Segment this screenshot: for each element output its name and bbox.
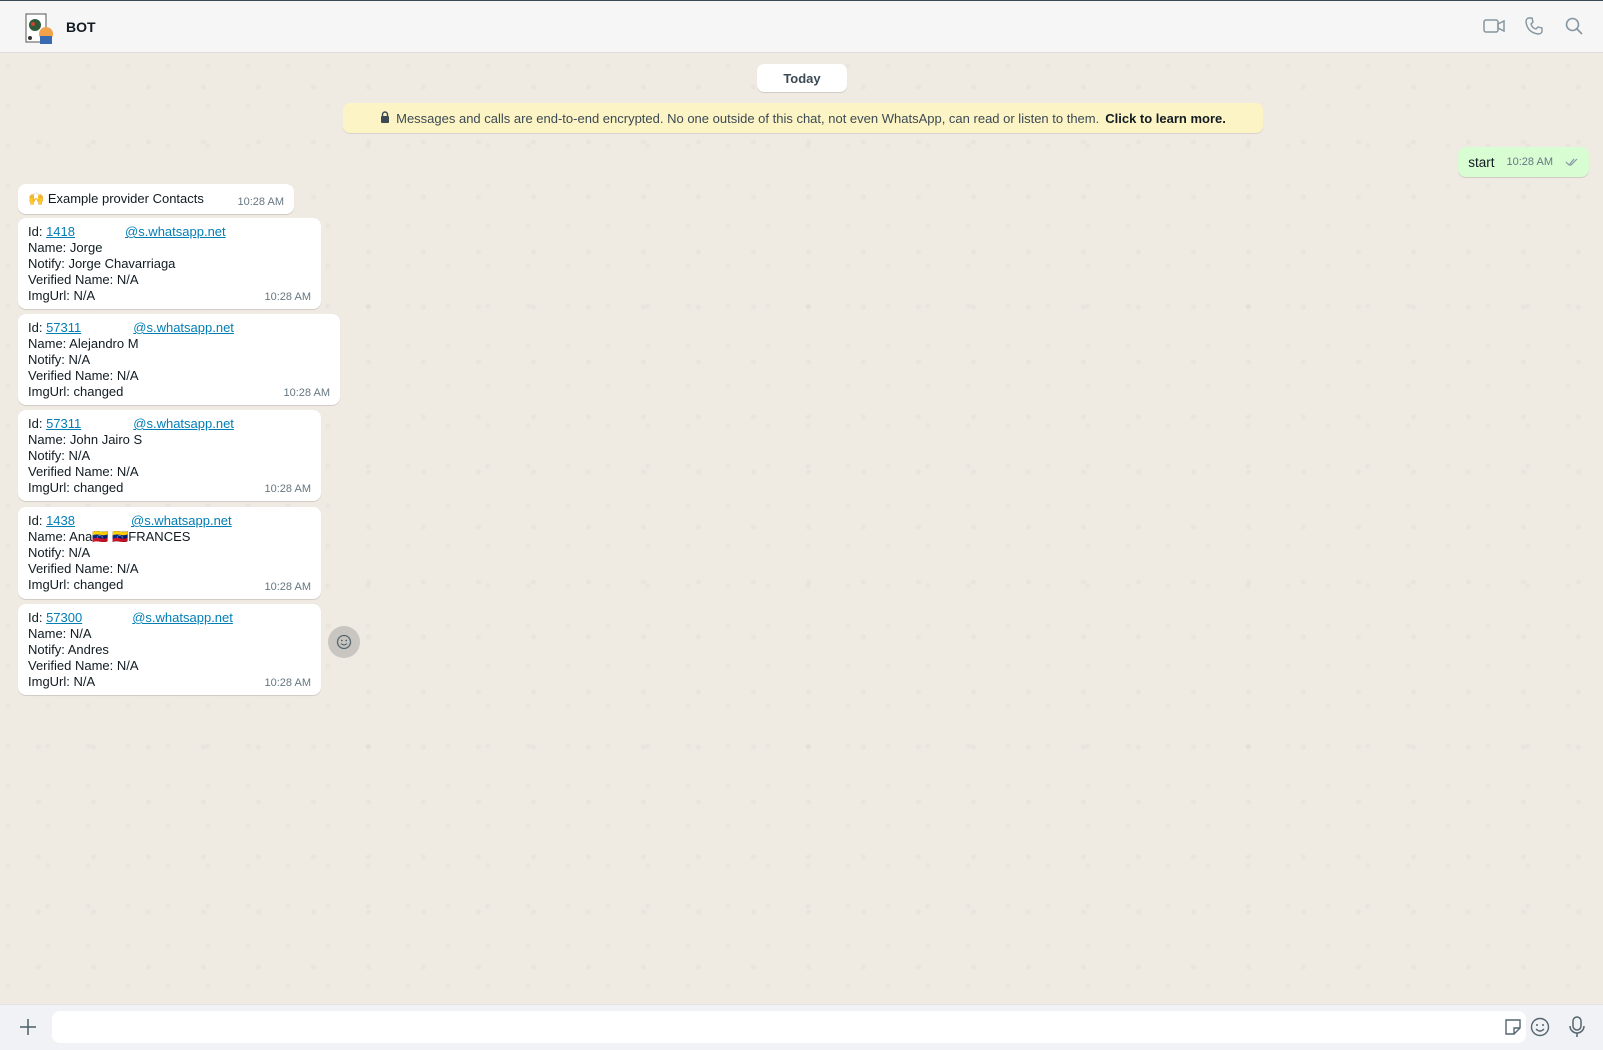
contact-verified: Verified Name: N/A (28, 658, 139, 673)
contact-name: Name: John Jairo S (28, 432, 143, 447)
avatar[interactable] (22, 12, 56, 46)
contact-notify: Notify: Jorge Chavarriaga (28, 256, 176, 271)
contact-name: Name: Alejandro M (28, 336, 139, 351)
id-label: Id: (28, 224, 47, 239)
double-check-icon (1565, 155, 1579, 170)
video-call-icon[interactable] (1483, 15, 1505, 37)
contact-notify: Notify: Andres (28, 642, 109, 657)
sticker-icon[interactable] (1503, 1017, 1523, 1037)
lock-icon (380, 110, 390, 126)
plus-icon[interactable] (16, 1015, 40, 1039)
contact-message[interactable]: Id: 57300 @s.whatsapp.net Name: N/A Notif… (18, 604, 321, 695)
id-label: Id: (28, 513, 47, 528)
encryption-text: Messages and calls are end-to-end encryp… (396, 110, 1100, 126)
chat-header: BOT (0, 1, 1603, 53)
contact-name: Name: Jorge (28, 240, 103, 255)
contact-name: Name: N/A (28, 626, 92, 641)
chat-area[interactable]: Today Messages and calls are end-to-end … (0, 54, 1603, 1004)
outgoing-message[interactable]: start 10:28 AM (1458, 147, 1589, 177)
contact-notify: Notify: N/A (28, 545, 91, 560)
id-label: Id: (28, 610, 47, 625)
id-label: Id: (28, 320, 47, 335)
jid-link[interactable]: @s.whatsapp.net (133, 320, 234, 335)
jid-link[interactable]: @s.whatsapp.net (131, 513, 232, 528)
phone-link[interactable]: 1418 (46, 224, 75, 239)
message-time: 10:28 AM (264, 291, 311, 303)
jid-link[interactable]: @s.whatsapp.net (133, 416, 234, 431)
contact-notify: Notify: N/A (28, 448, 91, 463)
message-time: 10:28 AM (264, 581, 311, 593)
message-time: 10:28 AM (1506, 156, 1553, 168)
message-text: Example provider Contacts (47, 191, 204, 206)
contact-message[interactable]: Id: 1418 @s.whatsapp.net Name: Jorge Noti… (18, 218, 321, 309)
date-chip: Today (757, 64, 847, 92)
contact-verified: Verified Name: N/A (28, 272, 139, 287)
jid-link[interactable]: @s.whatsapp.net (132, 610, 233, 625)
encryption-banner[interactable]: Messages and calls are end-to-end encryp… (343, 103, 1263, 133)
phone-link[interactable]: 1438 (46, 513, 75, 528)
message-input[interactable] (52, 1011, 1526, 1043)
message-time: 10:28 AM (264, 483, 311, 495)
contact-message[interactable]: Id: 57311 @s.whatsapp.net Name: John Jair… (18, 410, 321, 501)
microphone-icon[interactable] (1566, 1015, 1588, 1039)
contact-verified: Verified Name: N/A (28, 561, 139, 576)
phone-link[interactable]: 57311 (46, 320, 81, 335)
voice-call-icon[interactable] (1523, 15, 1545, 37)
emoji-icon[interactable] (1530, 1017, 1550, 1037)
phone-link[interactable]: 57300 (46, 610, 82, 625)
message-time: 10:28 AM (283, 387, 330, 399)
react-emoji-button[interactable] (328, 626, 360, 658)
contact-notify: Notify: N/A (28, 352, 91, 367)
search-icon[interactable] (1563, 15, 1585, 37)
contact-name: Name: Ana🇻🇪 🇻🇪FRANCES (28, 529, 191, 544)
incoming-message-heading[interactable]: 🙌 Example provider Contacts 10:28 AM (18, 184, 294, 214)
id-label: Id: (28, 416, 47, 431)
contact-verified: Verified Name: N/A (28, 464, 139, 479)
contact-verified: Verified Name: N/A (28, 368, 139, 383)
contact-message[interactable]: Id: 57311 @s.whatsapp.net Name: Alejandro… (18, 314, 340, 405)
jid-link[interactable]: @s.whatsapp.net (125, 224, 226, 239)
contact-message[interactable]: Id: 1438 @s.whatsapp.net Name: Ana🇻🇪 🇻🇪FR… (18, 507, 321, 599)
phone-link[interactable]: 57311 (46, 416, 81, 431)
learn-more-link[interactable]: Click to learn more. (1105, 111, 1226, 126)
message-time: 10:28 AM (264, 677, 311, 689)
message-text: start (1468, 154, 1495, 170)
raised-hands-emoji: 🙌 (28, 191, 45, 206)
message-time: 10:28 AM (237, 196, 284, 208)
chat-title[interactable]: BOT (66, 19, 96, 35)
message-composer (0, 1004, 1603, 1050)
